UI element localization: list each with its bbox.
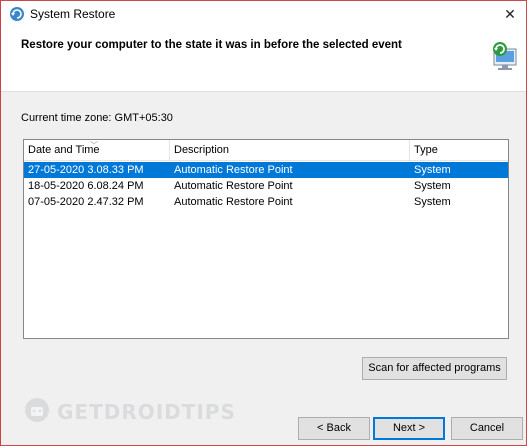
row-type: System xyxy=(414,196,451,208)
close-button[interactable]: ✕ xyxy=(500,4,520,24)
wizard-header: Restore your computer to the state it wa… xyxy=(1,27,526,91)
row-description: Automatic Restore Point xyxy=(174,164,293,176)
row-date: 27-05-2020 3.08.33 PM xyxy=(28,164,144,176)
window-title: System Restore xyxy=(30,7,116,21)
system-restore-window: System Restore ✕ Restore your computer t… xyxy=(0,0,527,446)
next-button[interactable]: Next > xyxy=(373,417,445,440)
system-restore-app-icon xyxy=(10,7,24,21)
watermark-text: GETDROIDTIPS xyxy=(57,400,236,424)
scan-affected-programs-button[interactable]: Scan for affected programs xyxy=(362,357,507,380)
table-row[interactable]: 07-05-2020 2.47.32 PM Automatic Restore … xyxy=(24,194,508,210)
system-restore-icon xyxy=(493,42,517,70)
row-type: System xyxy=(414,164,451,176)
watermark: GETDROIDTIPS xyxy=(23,396,235,426)
page-heading: Restore your computer to the state it wa… xyxy=(21,39,402,51)
row-date: 07-05-2020 2.47.32 PM xyxy=(28,196,144,208)
title-bar[interactable]: System Restore ✕ xyxy=(1,1,526,27)
column-header-description[interactable]: Description xyxy=(170,140,410,160)
restore-points-list[interactable]: Date and Time ﹀ Description Type 27-05-2… xyxy=(23,139,509,339)
back-button[interactable]: < Back xyxy=(298,417,370,440)
wizard-body: Current time zone: GMT+05:30 Date and Ti… xyxy=(1,92,526,445)
column-header-type-label: Type xyxy=(414,144,438,156)
column-header-date[interactable]: Date and Time ﹀ xyxy=(24,140,170,160)
row-date: 18-05-2020 6.08.24 PM xyxy=(28,180,144,192)
column-header-date-label: Date and Time xyxy=(28,144,100,156)
sort-chevron-icon: ﹀ xyxy=(90,141,98,150)
column-header-description-label: Description xyxy=(174,144,230,156)
close-icon: ✕ xyxy=(504,6,516,22)
row-description: Automatic Restore Point xyxy=(174,180,293,192)
table-row[interactable]: 18-05-2020 6.08.24 PM Automatic Restore … xyxy=(24,178,508,194)
table-row[interactable]: 27-05-2020 3.08.33 PM Automatic Restore … xyxy=(24,162,508,178)
list-header: Date and Time ﹀ Description Type xyxy=(24,140,508,161)
android-logo-icon xyxy=(25,398,49,422)
row-description: Automatic Restore Point xyxy=(174,196,293,208)
row-type: System xyxy=(414,180,451,192)
cancel-button[interactable]: Cancel xyxy=(451,417,523,440)
timezone-label: Current time zone: GMT+05:30 xyxy=(21,112,173,124)
column-header-type[interactable]: Type xyxy=(410,140,508,160)
